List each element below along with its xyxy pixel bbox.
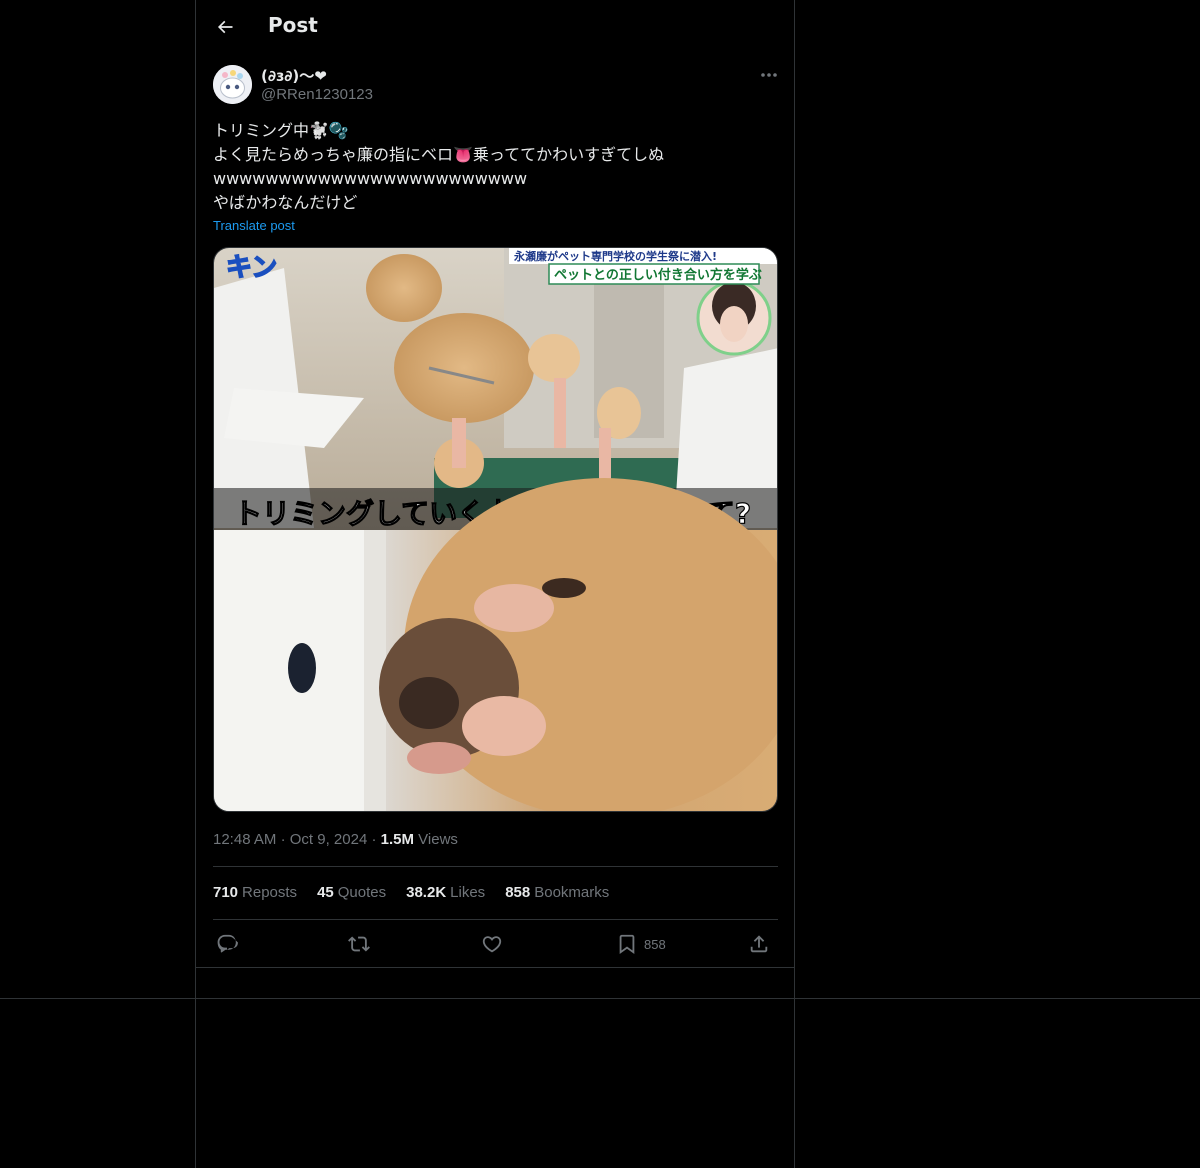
post-text-line: よく見たらめっちゃ廉の指にベロ👅乗っててかわいすぎてしぬ	[213, 145, 665, 164]
divider	[213, 866, 778, 867]
post-text-line: トリミング中🐩🫧	[213, 121, 349, 140]
bookmarks-label: Bookmarks	[534, 884, 610, 901]
post-stats: 710 Reposts 45 Quotes 38.2K Likes 858 Bookma…	[213, 884, 609, 901]
author-display-name[interactable]: (∂ɜ∂)〜❤	[261, 65, 327, 86]
likes-label: Likes	[450, 884, 486, 901]
author-avatar[interactable]	[213, 65, 252, 104]
bookmark-button[interactable]: 858	[616, 930, 666, 958]
quotes-stat[interactable]: 45 Quotes	[317, 884, 386, 901]
page-title: Post	[268, 13, 318, 37]
post-text-line: wwwwwwwwwwwwwwwwwwwwwwww	[213, 169, 528, 188]
reposts-count: 710	[213, 884, 239, 901]
likes-count: 38.2K	[406, 884, 447, 901]
reposts-label: Reposts	[242, 884, 298, 901]
media-caption-top-2: ペットとの正しい付き合い方を学ぶ	[554, 267, 762, 283]
post-time[interactable]: 12:48 AM	[213, 831, 276, 848]
post-text-line: やばかわなんだけど	[213, 193, 358, 212]
post-meta: 12:48 AM · Oct 9, 2024 · 1.5M Views	[213, 831, 458, 848]
share-icon	[748, 933, 770, 955]
bookmark-icon	[616, 933, 638, 955]
reposts-stat[interactable]: 710 Reposts	[213, 884, 297, 901]
meta-separator: ·	[280, 831, 290, 848]
page-header: Post	[196, 0, 794, 53]
divider	[196, 967, 794, 968]
likes-stat[interactable]: 38.2K Likes	[406, 884, 485, 901]
divider	[213, 919, 778, 920]
show-logo: キン	[226, 253, 277, 283]
heart-icon	[481, 933, 503, 955]
repost-icon	[348, 933, 370, 955]
like-button[interactable]	[481, 930, 503, 958]
bookmark-count: 858	[644, 936, 666, 952]
translate-post-link[interactable]: Translate post	[213, 218, 295, 233]
post-actions: 858	[213, 930, 778, 958]
post-text: トリミング中🐩🫧 よく見たらめっちゃ廉の指にベロ👅乗っててかわいすぎてしぬ ww…	[213, 119, 773, 215]
share-button[interactable]	[748, 930, 770, 958]
main-column: Post (∂ɜ∂)〜❤ @RRen1230123 トリミング中🐩🫧 よく見たら…	[195, 0, 795, 1168]
post-date[interactable]: Oct 9, 2024	[290, 831, 368, 848]
views-label: Views	[418, 831, 458, 848]
arrow-left-icon	[215, 17, 235, 37]
author-handle[interactable]: @RRen1230123	[261, 86, 373, 103]
meta-separator: ·	[371, 831, 381, 848]
more-dots-icon	[760, 72, 778, 78]
media-caption-top-1: 永瀬廉がペット専門学校の学生祭に潜入!	[513, 249, 717, 263]
quotes-count: 45	[317, 884, 334, 901]
post-media-image[interactable]: 永瀬廉がペット専門学校の学生祭に潜入! ペットとの正しい付き合い方を学ぶ キン …	[213, 247, 778, 812]
repost-button[interactable]	[348, 930, 370, 958]
more-options-button[interactable]	[756, 64, 782, 86]
back-button[interactable]	[208, 10, 242, 44]
reply-button[interactable]	[216, 930, 238, 958]
quotes-label: Quotes	[337, 884, 387, 901]
reply-icon	[216, 933, 238, 955]
bookmarks-count: 858	[505, 884, 531, 901]
views-count: 1.5M	[380, 831, 414, 848]
bookmarks-stat[interactable]: 858 Bookmarks	[505, 884, 609, 901]
